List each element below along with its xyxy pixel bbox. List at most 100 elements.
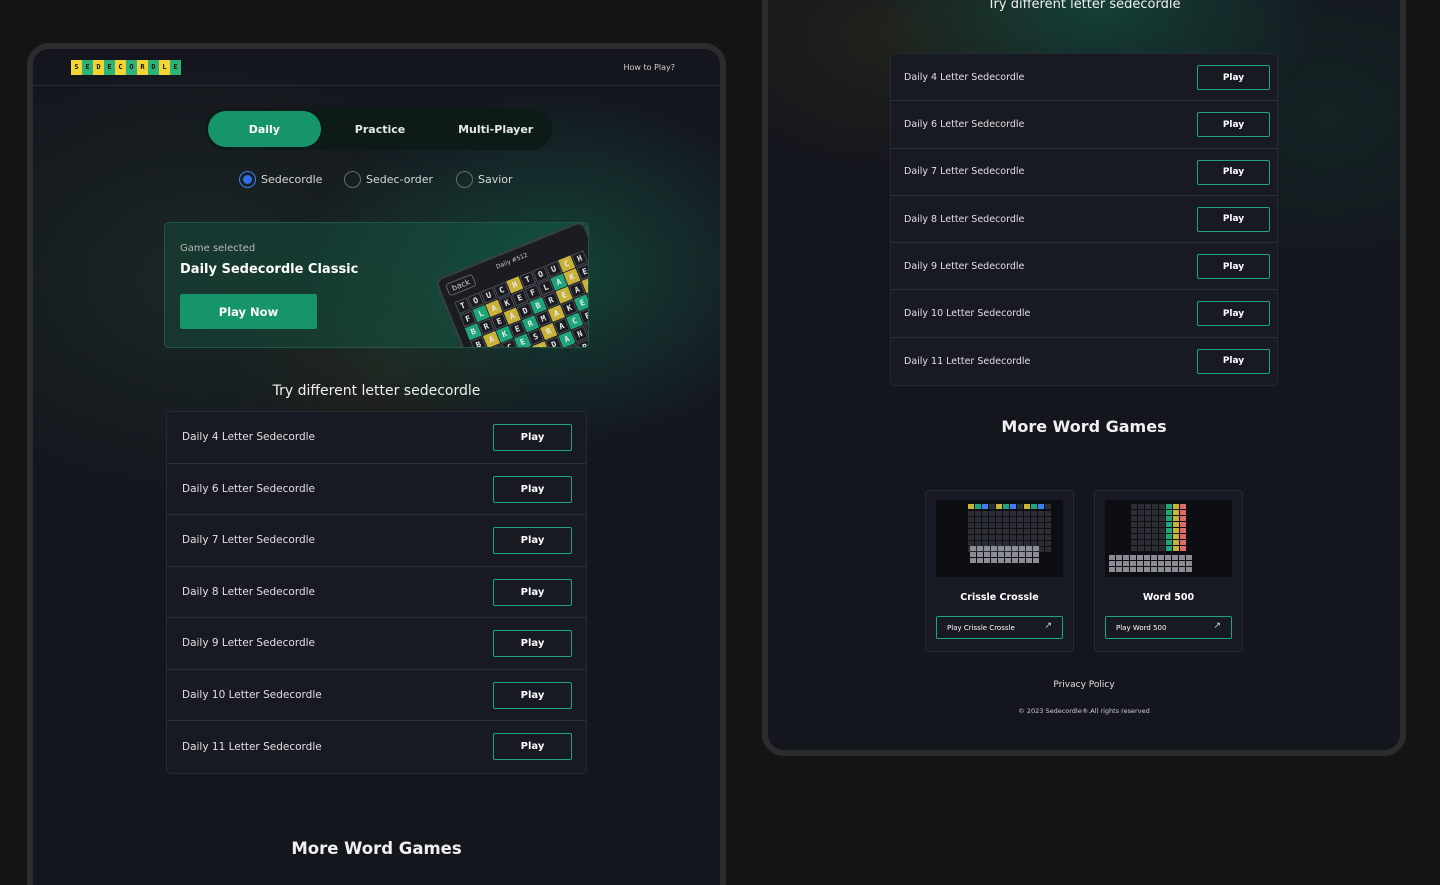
variant-label: Daily 9 Letter Sedecordle	[904, 260, 1025, 272]
variant-label: Daily 10 Letter Sedecordle	[182, 688, 322, 701]
variant-row: Daily 9 Letter Sedecordle Play	[891, 243, 1277, 291]
variant-row: Daily 8 Letter Sedecordle Play	[891, 196, 1277, 244]
variant-row: Daily 11 Letter Sedecordle Play	[167, 721, 586, 773]
logo-letter: S	[71, 60, 82, 75]
variant-label: Daily 9 Letter Sedecordle	[182, 637, 316, 650]
logo-letter: L	[159, 60, 170, 75]
privacy-policy-link[interactable]: Privacy Policy	[768, 680, 1400, 690]
sedecordle-logo[interactable]: SEDECORDLE	[71, 60, 181, 75]
play-button[interactable]: Play	[493, 527, 572, 554]
variant-row: Daily 9 Letter Sedecordle Play	[167, 618, 586, 670]
thumbnail-row	[1131, 546, 1186, 551]
logo-letter: E	[82, 60, 93, 75]
game-selected-card: Game selected Daily Sedecordle Classic P…	[164, 222, 589, 348]
variant-row: Daily 11 Letter Sedecordle Play	[891, 338, 1277, 385]
thumbnail-row	[970, 552, 1039, 557]
variant-row: Daily 10 Letter Sedecordle Play	[891, 290, 1277, 338]
thumbnail-row	[1131, 510, 1186, 515]
tab-practice[interactable]: Practice	[324, 111, 437, 147]
radio-label: Savior	[478, 173, 513, 186]
thumbnail-row	[968, 523, 1051, 528]
play-button[interactable]: Play	[1197, 65, 1270, 90]
logo-letter: E	[104, 60, 115, 75]
play-button[interactable]: Play	[1197, 206, 1270, 232]
thumbnail-row	[1131, 516, 1186, 521]
thumbnail-row	[968, 517, 1051, 522]
thumbnail-row	[1109, 567, 1192, 572]
illustration-back-label: back	[445, 273, 477, 297]
radio-label: Sedec-order	[366, 173, 434, 186]
play-button[interactable]: Play	[1197, 254, 1270, 280]
radio-sedec-order[interactable]: Sedec-order	[344, 171, 433, 188]
thumbnail-row	[1109, 555, 1192, 560]
play-now-button[interactable]: Play Now	[180, 294, 317, 329]
play-crissle-crossle-button[interactable]: Play Crissle Crossle ↗	[936, 616, 1063, 639]
variant-label: Daily 7 Letter Sedecordle	[904, 166, 1025, 178]
more-word-games-heading: More Word Games	[1001, 417, 1167, 436]
more-word-games-heading: More Word Games	[291, 839, 462, 858]
radio-sedecordle[interactable]: Sedecordle	[239, 171, 322, 188]
thumbnail-row	[970, 558, 1039, 563]
play-button[interactable]: Play	[493, 475, 572, 503]
logo-letter: C	[115, 60, 126, 75]
thumbnail-row	[1131, 504, 1186, 509]
top-nav: SEDECORDLE How to Play?	[33, 49, 720, 86]
thumbnail-row	[970, 546, 1039, 551]
logo-letter: E	[170, 60, 181, 75]
thumbnail-row	[968, 529, 1051, 534]
illustration-letter-grid: TOUCHTOUCHFLAKEFLAKEBREADBREAKBAKERMAKER…	[454, 250, 588, 347]
variant-label: Daily 10 Letter Sedecordle	[904, 308, 1031, 320]
game-link-label: Play Crissle Crossle	[947, 623, 1015, 632]
variant-row: Daily 6 Letter Sedecordle Play	[891, 101, 1277, 149]
thumbnail-row	[1109, 561, 1192, 566]
game-card-crissle-crossle[interactable]: Crissle Crossle Play Crissle Crossle ↗	[925, 490, 1074, 652]
tab-multi-player[interactable]: Multi-Player	[439, 111, 552, 147]
right-device-frame: Try different letter sedecordle Daily 4 …	[762, 0, 1406, 756]
external-link-icon: ↗	[1044, 621, 1052, 631]
thumbnail-row	[968, 504, 1051, 509]
variant-row: Daily 8 Letter Sedecordle Play	[167, 567, 586, 618]
variant-label: Daily 11 Letter Sedecordle	[182, 740, 322, 753]
game-link-label: Play Word 500	[1116, 623, 1167, 632]
left-device-frame: SEDECORDLE How to Play? Daily Practice M…	[27, 43, 726, 885]
logo-letter: D	[93, 60, 104, 75]
copyright-text: © 2023 Sedecordle®.All rights reserved	[1018, 707, 1150, 715]
variant-label: Daily 6 Letter Sedecordle	[182, 482, 316, 495]
variant-label: Daily 8 Letter Sedecordle	[904, 213, 1025, 225]
variant-label: Daily 11 Letter Sedecordle	[904, 355, 1031, 367]
play-button[interactable]: Play	[1197, 159, 1270, 185]
tab-daily[interactable]: Daily	[208, 111, 321, 147]
play-button[interactable]: Play	[1197, 301, 1270, 327]
letter-variant-list: Daily 4 Letter Sedecordle Play Daily 6 Let…	[166, 411, 587, 774]
play-button[interactable]: Play	[493, 424, 572, 451]
variant-label: Daily 4 Letter Sedecordle	[182, 431, 316, 444]
game-selected-title: Daily Sedecordle Classic	[180, 262, 359, 277]
play-button[interactable]: Play	[1197, 348, 1270, 374]
logo-letter: R	[137, 60, 148, 75]
variant-row: Daily 4 Letter Sedecordle Play	[891, 54, 1277, 102]
game-selected-caption: Game selected	[180, 243, 256, 254]
game-card-word-500[interactable]: Word 500 Play Word 500 ↗	[1094, 490, 1243, 652]
play-button[interactable]: Play	[493, 630, 572, 657]
variant-label: Daily 7 Letter Sedecordle	[182, 534, 316, 547]
mode-tabs: Daily Practice Multi-Player	[205, 108, 552, 150]
variant-row: Daily 6 Letter Sedecordle Play	[167, 464, 586, 515]
play-word-500-button[interactable]: Play Word 500 ↗	[1105, 616, 1232, 639]
logo-letter: O	[126, 60, 137, 75]
how-to-play-link[interactable]: How to Play?	[624, 63, 676, 72]
play-button[interactable]: Play	[493, 578, 572, 606]
radio-checked-icon	[239, 171, 256, 188]
crissle-crossle-thumbnail	[936, 500, 1063, 577]
thumbnail-row	[1131, 540, 1186, 545]
variant-row: Daily 4 Letter Sedecordle Play	[167, 412, 586, 464]
radio-savior[interactable]: Savior	[456, 171, 513, 188]
play-button[interactable]: Play	[493, 681, 572, 709]
play-button[interactable]: Play	[493, 733, 572, 760]
thumbnail-row	[1131, 528, 1186, 533]
thumbnail-row	[968, 511, 1051, 516]
play-button[interactable]: Play	[1197, 112, 1270, 138]
game-name: Word 500	[1142, 592, 1195, 603]
illustration-daily-number: Daily #512	[495, 251, 529, 271]
radio-label: Sedecordle	[261, 173, 323, 186]
variant-label: Daily 8 Letter Sedecordle	[182, 585, 316, 598]
